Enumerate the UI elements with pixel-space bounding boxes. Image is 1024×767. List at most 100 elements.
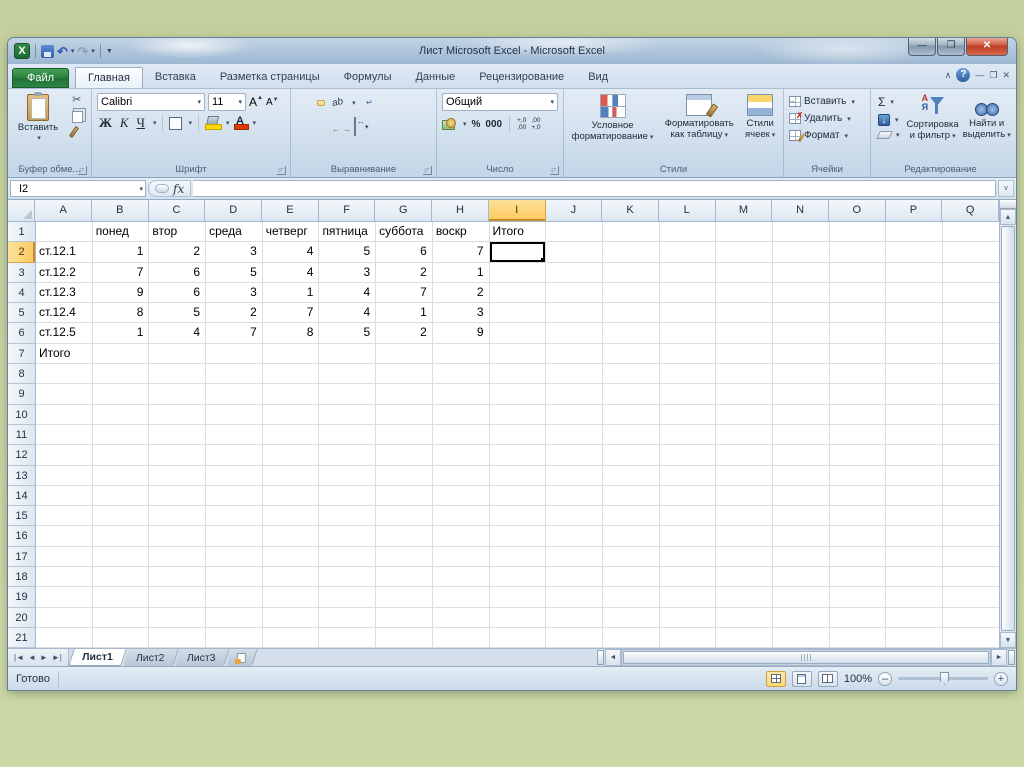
cell-G13[interactable] <box>376 465 433 486</box>
cell-L5[interactable] <box>659 303 717 324</box>
align-right-icon[interactable] <box>317 124 325 130</box>
cell-Q4[interactable] <box>943 282 999 304</box>
sort-filter-button[interactable]: АЯ Сортировка и фильтр ▾ <box>905 92 961 162</box>
cell-Q12[interactable] <box>943 445 999 466</box>
cell-P6[interactable] <box>886 323 943 344</box>
font-dialog-launcher-icon[interactable]: ◿ <box>277 166 286 175</box>
cell-O7[interactable] <box>829 343 887 365</box>
cell-P18[interactable] <box>886 567 943 588</box>
orientation-dropdown-icon[interactable]: ▾ <box>352 99 356 107</box>
cell-G16[interactable] <box>376 526 433 547</box>
format-as-table-button[interactable]: Форматировать как таблицу ▾ <box>663 92 736 143</box>
cell-C7[interactable] <box>149 343 207 365</box>
cell-K19[interactable] <box>602 587 660 608</box>
redo-icon[interactable]: ↷ <box>77 45 88 58</box>
cell-Q17[interactable] <box>943 546 999 568</box>
cell-Q3[interactable] <box>943 262 999 283</box>
cell-B3[interactable]: 7 <box>92 262 150 283</box>
cell-D19[interactable] <box>206 587 263 608</box>
cell-C8[interactable] <box>149 364 207 385</box>
cell-F21[interactable] <box>319 627 377 648</box>
cut-icon[interactable]: ✂ <box>72 95 83 106</box>
cell-D6[interactable]: 7 <box>206 323 263 344</box>
cell-I10[interactable] <box>489 404 547 425</box>
cell-F17[interactable] <box>319 546 377 568</box>
cell-C1[interactable]: втор <box>149 222 207 243</box>
vertical-scroll-thumb[interactable] <box>1001 226 1015 631</box>
cell-B18[interactable] <box>92 567 150 588</box>
cell-D7[interactable] <box>206 343 263 365</box>
cell-M16[interactable] <box>716 526 773 547</box>
cell-E1[interactable]: четверг <box>262 222 320 243</box>
cell-A9[interactable] <box>36 384 93 405</box>
font-color-dropdown-icon[interactable]: ▾ <box>253 119 257 127</box>
cell-F20[interactable] <box>319 607 377 628</box>
column-header-D[interactable]: D <box>205 200 263 222</box>
cell-B10[interactable] <box>92 404 150 425</box>
zoom-slider[interactable] <box>898 672 988 685</box>
row-header-6[interactable]: 6 <box>8 323 36 344</box>
tab-data[interactable]: Данные <box>403 67 467 88</box>
cell-I21[interactable] <box>489 627 547 648</box>
horizontal-scroll-thumb[interactable] <box>623 651 989 664</box>
cell-Q16[interactable] <box>943 526 999 547</box>
cell-A6[interactable]: ст.12.5 <box>36 323 93 344</box>
cell-I11[interactable] <box>489 424 547 446</box>
cell-H13[interactable] <box>432 465 490 486</box>
cell-J5[interactable] <box>546 303 603 324</box>
cell-C13[interactable] <box>149 465 207 486</box>
cell-O14[interactable] <box>829 485 887 507</box>
column-header-Q[interactable]: Q <box>942 200 999 222</box>
cell-C9[interactable] <box>149 384 207 405</box>
close-button[interactable]: ✕ <box>966 38 1008 56</box>
percent-style-button[interactable]: % <box>472 119 481 130</box>
cell-I9[interactable] <box>489 384 547 405</box>
cell-M4[interactable] <box>716 282 773 304</box>
cell-H5[interactable]: 3 <box>432 303 490 324</box>
cell-C12[interactable] <box>149 445 207 466</box>
cell-C18[interactable] <box>149 567 207 588</box>
cell-Q5[interactable] <box>943 303 999 324</box>
cell-L19[interactable] <box>659 587 717 608</box>
cell-O21[interactable] <box>829 627 887 648</box>
cell-A4[interactable]: ст.12.3 <box>36 282 93 304</box>
row-header-21[interactable]: 21 <box>8 627 36 648</box>
vertical-split-handle[interactable] <box>1000 200 1016 209</box>
cell-O2[interactable] <box>829 242 887 263</box>
cell-Q7[interactable] <box>943 343 999 365</box>
cell-K6[interactable] <box>602 323 660 344</box>
merge-center-icon[interactable] <box>350 115 360 139</box>
cell-J10[interactable] <box>546 404 603 425</box>
tab-home[interactable]: Главная <box>75 67 143 88</box>
horizontal-scrollbar[interactable] <box>621 649 991 666</box>
cell-N8[interactable] <box>772 364 830 385</box>
cell-N11[interactable] <box>772 424 830 446</box>
cell-N2[interactable] <box>772 242 830 263</box>
fill-color-icon[interactable] <box>204 116 222 130</box>
alignment-dialog-launcher-icon[interactable]: ◿ <box>423 166 432 175</box>
cell-G6[interactable]: 2 <box>376 323 433 344</box>
row-header-8[interactable]: 8 <box>8 364 36 385</box>
cell-L7[interactable] <box>659 343 717 365</box>
cell-H12[interactable] <box>432 445 490 466</box>
cell-J20[interactable] <box>546 607 603 628</box>
select-all-corner[interactable] <box>8 200 36 222</box>
cell-N19[interactable] <box>772 587 830 608</box>
increase-decimal-icon[interactable]: +,0 ,00 <box>517 117 526 131</box>
cell-D5[interactable]: 2 <box>206 303 263 324</box>
cell-L3[interactable] <box>659 262 717 283</box>
cell-A8[interactable] <box>36 364 93 385</box>
cell-O6[interactable] <box>829 323 887 344</box>
cell-P5[interactable] <box>886 303 943 324</box>
cell-Q2[interactable] <box>943 242 999 263</box>
cell-E6[interactable]: 8 <box>262 323 320 344</box>
cell-N17[interactable] <box>772 546 830 568</box>
cell-P4[interactable] <box>886 282 943 304</box>
number-dialog-launcher-icon[interactable]: ◿ <box>550 166 559 175</box>
cell-B2[interactable]: 1 <box>92 242 150 263</box>
cell-N1[interactable] <box>772 222 830 243</box>
cell-H18[interactable] <box>432 567 490 588</box>
cell-O12[interactable] <box>829 445 887 466</box>
cell-E17[interactable] <box>262 546 320 568</box>
cell-M21[interactable] <box>716 627 773 648</box>
